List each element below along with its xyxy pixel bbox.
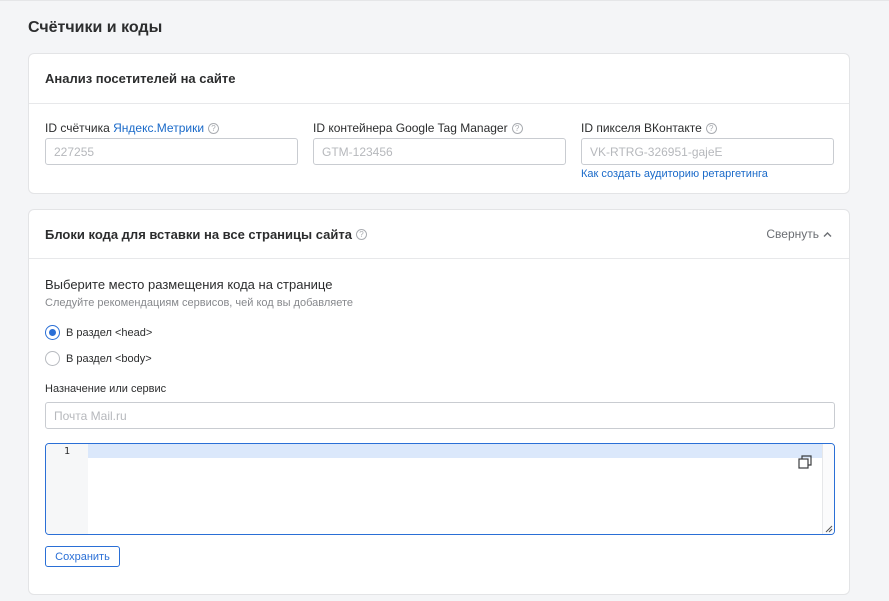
analytics-card-title: Анализ посетителей на сайте	[45, 71, 236, 86]
editor-scrollbar[interactable]	[822, 444, 834, 534]
question-circle-icon[interactable]: ?	[511, 123, 523, 134]
analytics-card-header: Анализ посетителей на сайте	[29, 54, 849, 104]
code-editor[interactable]: 1	[45, 443, 835, 535]
code-blocks-card-header: Блоки кода для вставки на все страницы с…	[29, 210, 849, 259]
code-blocks-card-title: Блоки кода для вставки на все страницы с…	[45, 226, 352, 242]
radio-body-label: В раздел <body>	[66, 352, 152, 365]
save-button[interactable]: Сохранить	[45, 546, 120, 567]
placement-subtitle: Следуйте рекомендациям сервисов, чей код…	[45, 297, 354, 309]
metrika-label-text: ID счётчика	[45, 121, 114, 135]
question-circle-icon[interactable]: ?	[705, 123, 717, 134]
question-circle-icon[interactable]: ?	[208, 123, 220, 134]
chevron-up-icon	[823, 231, 832, 237]
top-divider	[0, 0, 889, 1]
vk-pixel-label-text: ID пикселя ВКонтакте	[581, 121, 702, 135]
retargeting-help-link[interactable]: Как создать аудиторию ретаргетинга	[581, 168, 834, 180]
editor-gutter: 1	[46, 444, 88, 534]
radio-head-label: В раздел <head>	[66, 326, 153, 339]
copy-icon[interactable]	[798, 455, 812, 469]
purpose-label: Назначение или сервис	[45, 383, 167, 395]
radio-unchecked-icon[interactable]	[45, 351, 60, 366]
line-number: 1	[63, 446, 70, 457]
yandex-metrika-link[interactable]: Яндекс.Метрики	[113, 121, 204, 135]
vk-pixel-label: ID пикселя ВКонтакте?	[581, 120, 834, 136]
gtm-label-text: ID контейнера Google Tag Manager	[313, 121, 508, 135]
page-title: Счётчики и коды	[28, 19, 163, 36]
resize-grip-icon[interactable]	[825, 525, 833, 533]
code-blocks-card: Блоки кода для вставки на все страницы с…	[28, 209, 850, 595]
metrika-id-input[interactable]	[45, 138, 298, 165]
collapse-label: Свернуть	[766, 227, 819, 241]
vk-pixel-id-input[interactable]	[581, 138, 834, 165]
collapse-button[interactable]: Свернуть	[766, 227, 833, 241]
radio-head-option[interactable]: В раздел <head>	[45, 325, 152, 340]
metrika-field: ID счётчика Яндекс.Метрики?	[45, 120, 298, 165]
gtm-label: ID контейнера Google Tag Manager?	[313, 120, 566, 136]
gtm-id-input[interactable]	[313, 138, 566, 165]
active-line-highlight	[88, 444, 822, 458]
gtm-field: ID контейнера Google Tag Manager?	[313, 120, 566, 165]
metrika-label: ID счётчика Яндекс.Метрики?	[45, 120, 298, 136]
analytics-card: Анализ посетителей на сайте ID счётчика …	[28, 53, 850, 194]
vk-pixel-field: ID пикселя ВКонтакте? Как создать аудито…	[581, 120, 834, 180]
radio-checked-icon[interactable]	[45, 325, 60, 340]
placement-title: Выберите место размещения кода на страни…	[45, 277, 333, 292]
radio-body-option[interactable]: В раздел <body>	[45, 351, 152, 366]
analytics-fields: ID счётчика Яндекс.Метрики? ID контейнер…	[29, 104, 849, 194]
question-circle-icon[interactable]: ?	[355, 228, 367, 240]
purpose-input[interactable]	[45, 402, 835, 429]
